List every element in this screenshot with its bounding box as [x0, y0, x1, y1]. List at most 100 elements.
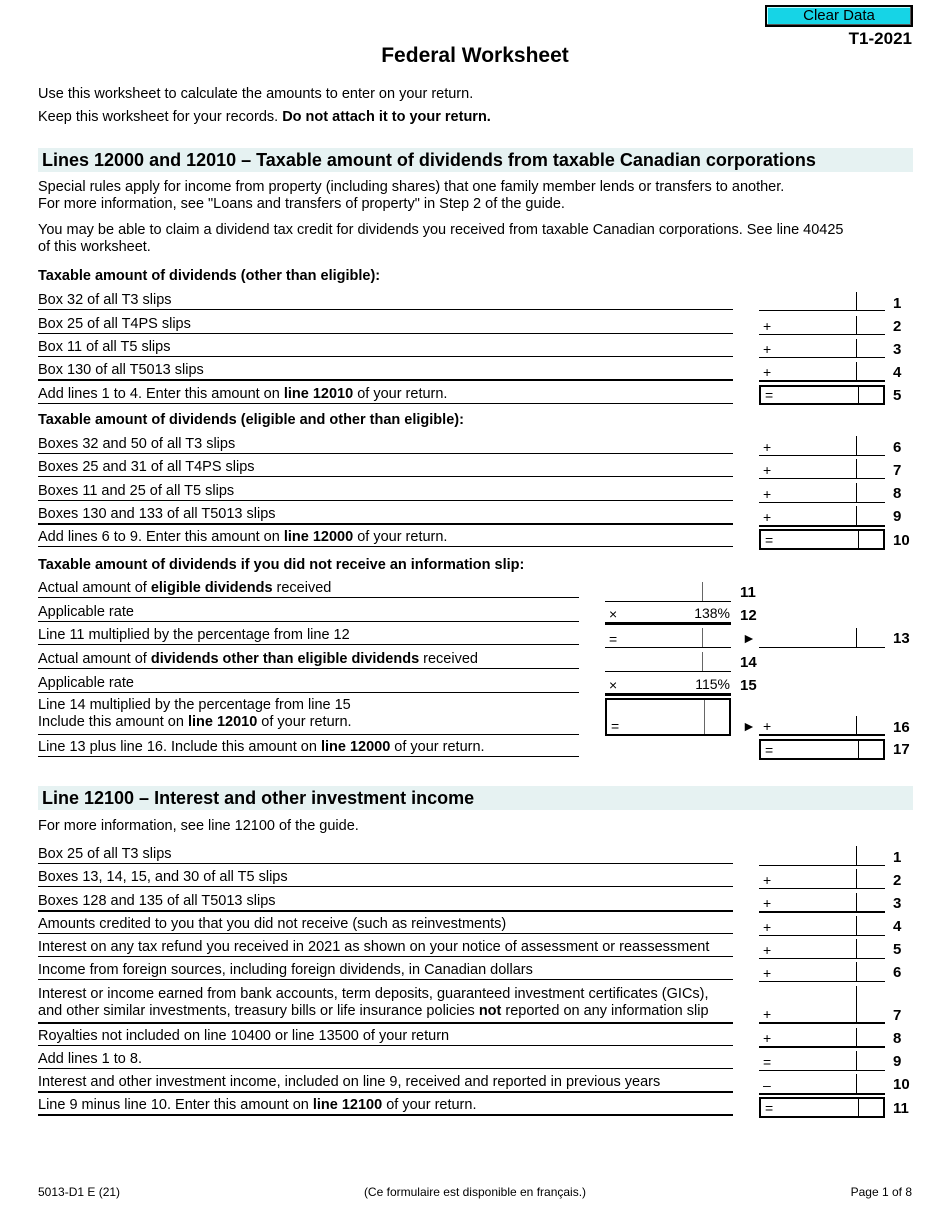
subheading-no-information-slip: Taxable amount of dividends if you did n… [38, 557, 525, 573]
clear-data-button[interactable]: Clear Data [765, 5, 913, 27]
line-6-label: Boxes 32 and 50 of all T3 slips [38, 436, 733, 454]
s2-line-6-amount-field[interactable]: + [759, 962, 885, 982]
line-9-label: Boxes 130 and 133 of all T5013 slips [38, 506, 733, 525]
s2-line-3-amount-field[interactable]: + [759, 893, 885, 913]
line-3-amount-field[interactable]: + [759, 339, 885, 358]
equals-operator: = [765, 387, 774, 403]
line-12-label: Applicable rate [38, 604, 579, 622]
multiply-operator: × [609, 606, 618, 622]
section-heading-interest: Line 12100 – Interest and other investme… [38, 786, 913, 810]
line-9-amount-field[interactable]: + [759, 506, 885, 527]
line-14-amount-field[interactable] [605, 652, 731, 672]
line-15-label: Applicable rate [38, 675, 579, 693]
plus-operator: + [763, 1030, 772, 1046]
line-number: 7 [893, 462, 902, 479]
line-16-calc-field[interactable]: = [605, 698, 731, 736]
line-number: 1 [893, 295, 902, 312]
plus-operator: + [763, 341, 772, 357]
line-number: 15 [740, 677, 757, 694]
line-2-amount-field[interactable]: + [759, 316, 885, 335]
label-text: of your return. [353, 386, 448, 402]
line-number: 8 [893, 485, 902, 502]
line-13-calc-field[interactable]: = [605, 628, 731, 648]
line-number: 3 [893, 895, 902, 912]
label-bold: line 12010 [283, 386, 354, 402]
equals-operator: = [611, 718, 620, 734]
line-number: 13 [893, 630, 910, 647]
equals-operator: = [609, 631, 618, 647]
plus-operator: + [763, 919, 772, 935]
line-number: 10 [893, 532, 910, 549]
rate-value: 138% [694, 605, 730, 621]
line-17-amount-field[interactable]: = [759, 739, 885, 760]
line-4-amount-field[interactable]: + [759, 362, 885, 382]
intro-text-2: Keep this worksheet for your records. Do… [38, 109, 491, 126]
line-number: 10 [893, 1076, 910, 1093]
line-14-label: Actual amount of dividends other than el… [38, 651, 579, 669]
intro-text: Use this worksheet to calculate the amou… [38, 86, 474, 102]
label-text-2: and other similar investments, treasury … [38, 1003, 733, 1020]
s2-line-11-amount-field[interactable]: = [759, 1097, 885, 1118]
plus-operator: + [763, 895, 772, 911]
line-16-label: Line 14 multiplied by the percentage fro… [38, 697, 579, 735]
line-8-label: Boxes 11 and 25 of all T5 slips [38, 483, 733, 501]
line-number: 2 [893, 318, 902, 335]
s2-line-10-label: Interest and other investment income, in… [38, 1074, 733, 1093]
s2-line-8-amount-field[interactable]: + [759, 1028, 885, 1048]
multiply-operator: × [609, 677, 618, 693]
plus-operator: + [763, 942, 772, 958]
line-1-amount-field[interactable] [759, 292, 885, 311]
line-number: 3 [893, 341, 902, 358]
label-bold: line 12010 [187, 714, 258, 730]
label-text: and other similar investments, treasury … [38, 1003, 479, 1019]
label-text: Include this amount on [38, 714, 188, 730]
line-number: 6 [893, 439, 902, 456]
s2-line-5-label: Interest on any tax refund you received … [38, 939, 733, 957]
label-text: Actual amount of [38, 651, 151, 667]
line-3-label: Box 11 of all T5 slips [38, 339, 733, 357]
minus-operator: – [763, 1077, 771, 1093]
label-text-2: Include this amount on line 12010 of you… [38, 714, 579, 731]
s2-line-5-amount-field[interactable]: + [759, 939, 885, 959]
line-8-amount-field[interactable]: + [759, 483, 885, 503]
s2-line-4-amount-field[interactable]: + [759, 916, 885, 936]
line-number: 7 [893, 1007, 902, 1024]
line-number: 2 [893, 872, 902, 889]
line-number: 4 [893, 364, 902, 381]
label-text: received [272, 580, 332, 596]
s2-line-9-label: Add lines 1 to 8. [38, 1051, 733, 1069]
s2-line-2-label: Boxes 13, 14, 15, and 30 of all T5 slips [38, 869, 733, 887]
line-5-label: Add lines 1 to 4. Enter this amount on l… [38, 386, 733, 404]
s2-line-10-amount-field[interactable]: – [759, 1074, 885, 1095]
line-17-label: Line 13 plus line 16. Include this amoun… [38, 739, 579, 757]
section1-para-1b: For more information, see "Loans and tra… [38, 196, 565, 212]
line-5-amount-field[interactable]: = [759, 385, 885, 405]
label-bold: line 12000 [320, 739, 391, 755]
line-10-amount-field[interactable]: = [759, 529, 885, 550]
line-13-amount-field[interactable] [759, 628, 885, 648]
section-heading-dividends: Lines 12000 and 12010 – Taxable amount o… [38, 148, 913, 172]
line-12-rate: × 138% [605, 604, 731, 625]
label-text: of your return. [257, 714, 352, 730]
s2-line-9-amount-field[interactable]: = [759, 1051, 885, 1071]
s2-line-7-amount-field[interactable]: + [759, 986, 885, 1024]
line-number: 9 [893, 508, 902, 525]
s2-line-11-label: Line 9 minus line 10. Enter this amount … [38, 1097, 733, 1116]
s2-line-2-amount-field[interactable]: + [759, 869, 885, 889]
label-text: Actual amount of [38, 580, 151, 596]
line-6-amount-field[interactable]: + [759, 436, 885, 456]
s2-line-7-label: Interest or income earned from bank acco… [38, 986, 733, 1024]
line-number: 9 [893, 1053, 902, 1070]
s2-line-1-amount-field[interactable] [759, 846, 885, 866]
s2-line-4-label: Amounts credited to you that you did not… [38, 916, 733, 934]
equals-operator: = [765, 532, 774, 548]
label-text: Line 14 multiplied by the percentage fro… [38, 697, 351, 713]
label-bold: not [478, 1003, 502, 1019]
page-title: Federal Worksheet [381, 44, 569, 67]
line-7-amount-field[interactable]: + [759, 459, 885, 479]
line-16-amount-field[interactable]: + [759, 716, 885, 736]
label-text: Line 9 minus line 10. Enter this amount … [38, 1097, 313, 1113]
plus-operator: + [763, 509, 772, 525]
equals-operator: = [765, 742, 774, 758]
line-11-amount-field[interactable] [605, 582, 731, 602]
